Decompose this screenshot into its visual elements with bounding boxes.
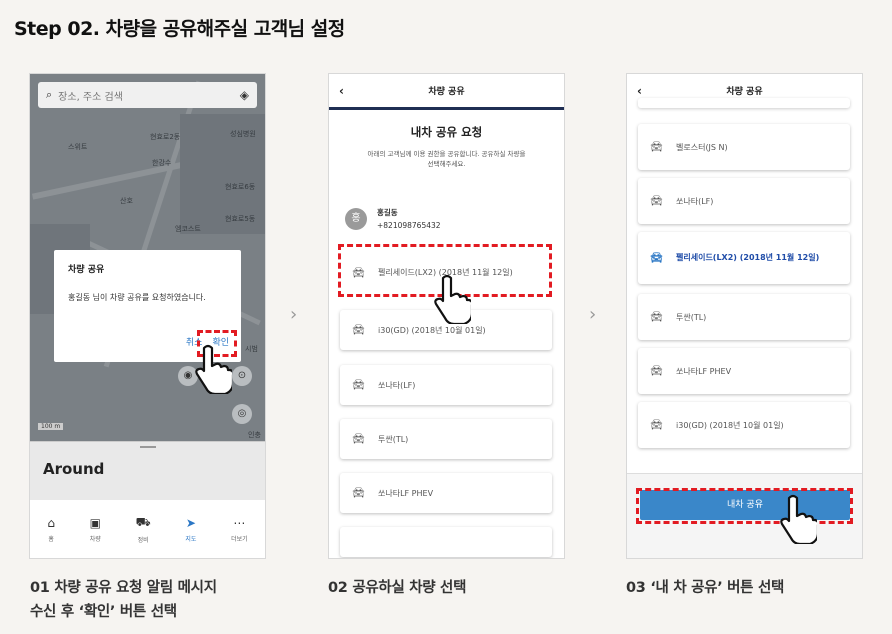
phone-screen-share: ‹ 차량 공유 🚘︎ 벨로스터(JS N) 🚘︎ 쏘나타(LF) 🚘︎ 펠리세이…	[626, 73, 863, 559]
chevron-right-icon: ›	[290, 304, 298, 325]
compass-icon[interactable]: ◎	[232, 404, 252, 424]
car-item[interactable]: 🚘︎ 쏘나타LF PHEV	[638, 348, 850, 394]
car-item[interactable]: 🚘︎ 벨로스터(JS N)	[638, 124, 850, 170]
search-placeholder: 장소, 주소 검색	[58, 91, 123, 103]
car-icon: 🚘︎	[650, 252, 663, 264]
car-item[interactable]: 🚘︎ i30(GD) (2018년 10월 01일)	[638, 402, 850, 448]
car-icon: 🚘︎	[650, 419, 663, 431]
car-item[interactable]	[340, 527, 552, 557]
user-phone: +821098765432	[377, 221, 441, 230]
tab-map[interactable]: ➤ 지도	[185, 516, 196, 543]
sheet-handle[interactable]	[140, 446, 156, 448]
car-item-selected[interactable]: 🚘︎ 펠리세이드(LX2) (2018년 11월 12일)	[638, 232, 850, 284]
layers-icon[interactable]: ⊙	[232, 366, 252, 386]
bottom-sheet[interactable]: Around ⌂ 홈 ▣ 차량 ⛟ 정비 ➤ 지도 ⋯ 더보기	[30, 441, 265, 558]
phone-screen-map: 현효로2동 스위트 한강수 현효로6동 산호 현효로5동 성심병원 엠코스트 시…	[29, 73, 266, 559]
tab-service[interactable]: ⛟ 정비	[136, 515, 151, 544]
car-icon: 🚘︎	[352, 324, 365, 336]
page-title: 내차 공유 요청	[410, 125, 483, 139]
car-icon: 🚘︎	[352, 433, 365, 445]
dialog-title: 차량 공유	[68, 265, 105, 275]
map-scale: 100 m	[38, 423, 64, 430]
dialog-message: 홍길동 님이 차량 공유를 요청하였습니다.	[68, 293, 206, 302]
tab-bar: ⌂ 홈 ▣ 차량 ⛟ 정비 ➤ 지도 ⋯ 더보기	[30, 500, 265, 558]
step-caption-1: 01 차량 공유 요청 알림 메시지 수신 후 ‘확인’ 버튼 선택	[30, 580, 217, 620]
search-icon: ⌕	[46, 88, 53, 101]
user-name: 홍길동	[377, 208, 398, 217]
hand-cursor-icon	[195, 344, 232, 394]
car-icon: 🚘︎	[650, 195, 663, 207]
tab-more[interactable]: ⋯ 더보기	[231, 516, 248, 543]
more-icon: ⋯	[233, 515, 246, 530]
page-description: 아래의 고객님께 이용 권한을 공유합니다. 공유하실 차량을 선택해주세요.	[367, 150, 526, 168]
page-heading: Step 02. 차량을 공유해주실 고객님 설정	[14, 18, 345, 40]
home-icon: ⌂	[47, 515, 55, 530]
car-item[interactable]: 🚘︎ 투싼(TL)	[340, 419, 552, 459]
car-icon: 🚘︎	[352, 487, 365, 499]
highlight-share-button	[636, 488, 853, 524]
requesting-user: 홍 홍길동 +821098765432	[345, 206, 441, 232]
header-divider	[329, 107, 564, 110]
car-item[interactable]	[638, 98, 850, 108]
back-icon[interactable]: ‹	[339, 84, 344, 98]
hand-cursor-icon	[780, 494, 817, 544]
hand-cursor-icon	[434, 274, 471, 324]
car-icon: 🚘︎	[650, 141, 663, 153]
key-icon: ▣	[89, 515, 101, 530]
back-icon[interactable]: ‹	[637, 84, 642, 98]
car-icon: 🚘︎	[650, 311, 663, 323]
car-item[interactable]: 🚘︎ 쏘나타(LF)	[340, 365, 552, 405]
car-item[interactable]: 🚘︎ 쏘나타LF PHEV	[340, 473, 552, 513]
car-icon: 🚘︎	[352, 379, 365, 391]
car-icon: ⛟	[135, 514, 151, 529]
search-input[interactable]: ⌕ 장소, 주소 검색 ◈	[38, 82, 257, 108]
navigate-icon: ➤	[185, 515, 196, 530]
car-icon: 🚘︎	[650, 365, 663, 377]
step-caption-3: 03 ‘내 차 공유’ 버튼 선택	[626, 580, 785, 596]
sheet-title: Around	[43, 460, 105, 478]
chevron-right-icon: ›	[589, 304, 597, 325]
screen-header: ‹ 차량 공유	[329, 74, 564, 107]
tab-vehicle[interactable]: ▣ 차량	[90, 516, 101, 543]
car-item[interactable]: 🚘︎ 투싼(TL)	[638, 294, 850, 340]
phone-screen-select-car: ‹ 차량 공유 내차 공유 요청 아래의 고객님께 이용 권한을 공유합니다. …	[328, 73, 565, 559]
directions-icon[interactable]: ◈	[240, 88, 249, 102]
car-item[interactable]: 🚘︎ 쏘나타(LF)	[638, 178, 850, 224]
header-title: 차량 공유	[428, 87, 465, 97]
header-title: 차량 공유	[726, 87, 763, 97]
avatar: 홍	[345, 208, 367, 230]
step-caption-2: 02 공유하실 차량 선택	[328, 580, 467, 596]
tab-home[interactable]: ⌂ 홈	[47, 516, 55, 543]
